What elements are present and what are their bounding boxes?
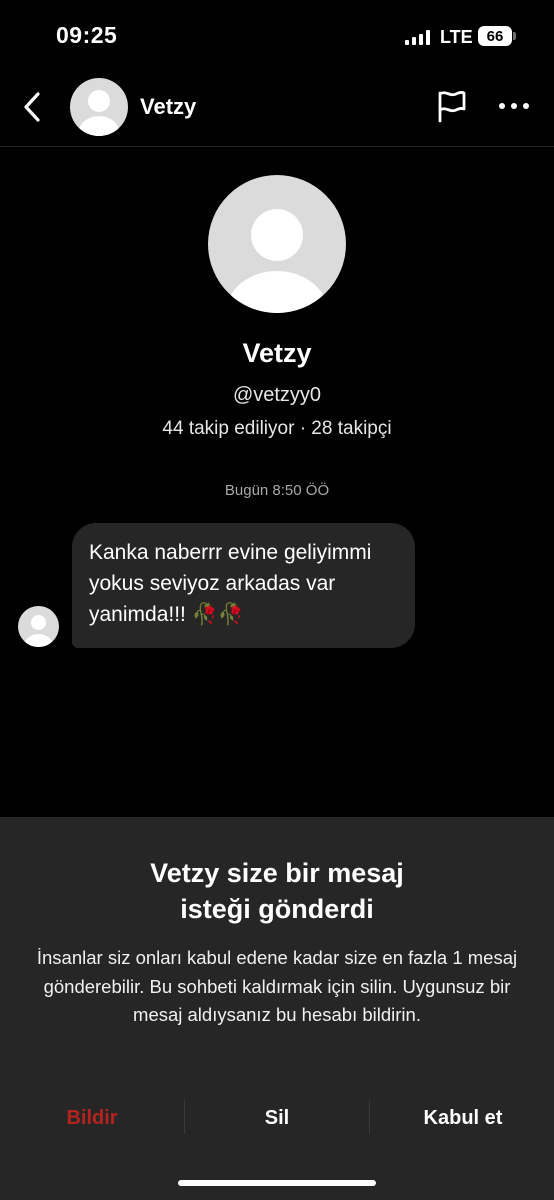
header-avatar[interactable] (70, 78, 128, 136)
delete-button[interactable]: Sil (206, 1100, 348, 1136)
flag-icon (438, 90, 466, 123)
battery-tip (513, 32, 516, 40)
message-text: Kanka naberrr evine geliyimmi yokus sevi… (89, 541, 372, 626)
request-title: Vetzy size bir mesaj isteği gönderdi (0, 855, 554, 927)
header-username[interactable]: Vetzy (140, 94, 196, 120)
request-title-line2: isteği gönderdi (180, 894, 374, 924)
profile-follow-stats: 44 takip ediliyor · 28 takipçi (162, 418, 392, 439)
back-button[interactable] (16, 88, 50, 126)
profile-name: Vetzy (242, 338, 312, 368)
more-options-button[interactable] (496, 94, 532, 118)
message-timestamp: Bugün 8:50 ÖÖ (224, 482, 330, 499)
action-divider-right (369, 1100, 370, 1134)
action-divider-left (184, 1100, 185, 1134)
header-divider (0, 146, 554, 147)
request-title-line1: Vetzy size bir mesaj (150, 858, 404, 888)
chevron-left-icon (24, 92, 40, 122)
report-flag-button[interactable] (434, 88, 470, 124)
battery-level: 66 (486, 27, 504, 45)
profile-avatar[interactable] (208, 175, 346, 313)
cellular-signal-icon (405, 30, 430, 45)
battery-icon: 66 (478, 26, 512, 46)
report-button[interactable]: Bildir (22, 1100, 162, 1136)
network-type: LTE (440, 27, 473, 47)
more-horizontal-icon (499, 103, 529, 109)
home-indicator (178, 1180, 376, 1186)
profile-handle: @vetzyy0 (232, 384, 322, 406)
request-description: İnsanlar siz onları kabul edene kadar si… (36, 947, 518, 1025)
status-time: 09:25 (56, 22, 118, 48)
sender-avatar[interactable] (18, 606, 59, 647)
accept-button[interactable]: Kabul et (392, 1100, 534, 1136)
